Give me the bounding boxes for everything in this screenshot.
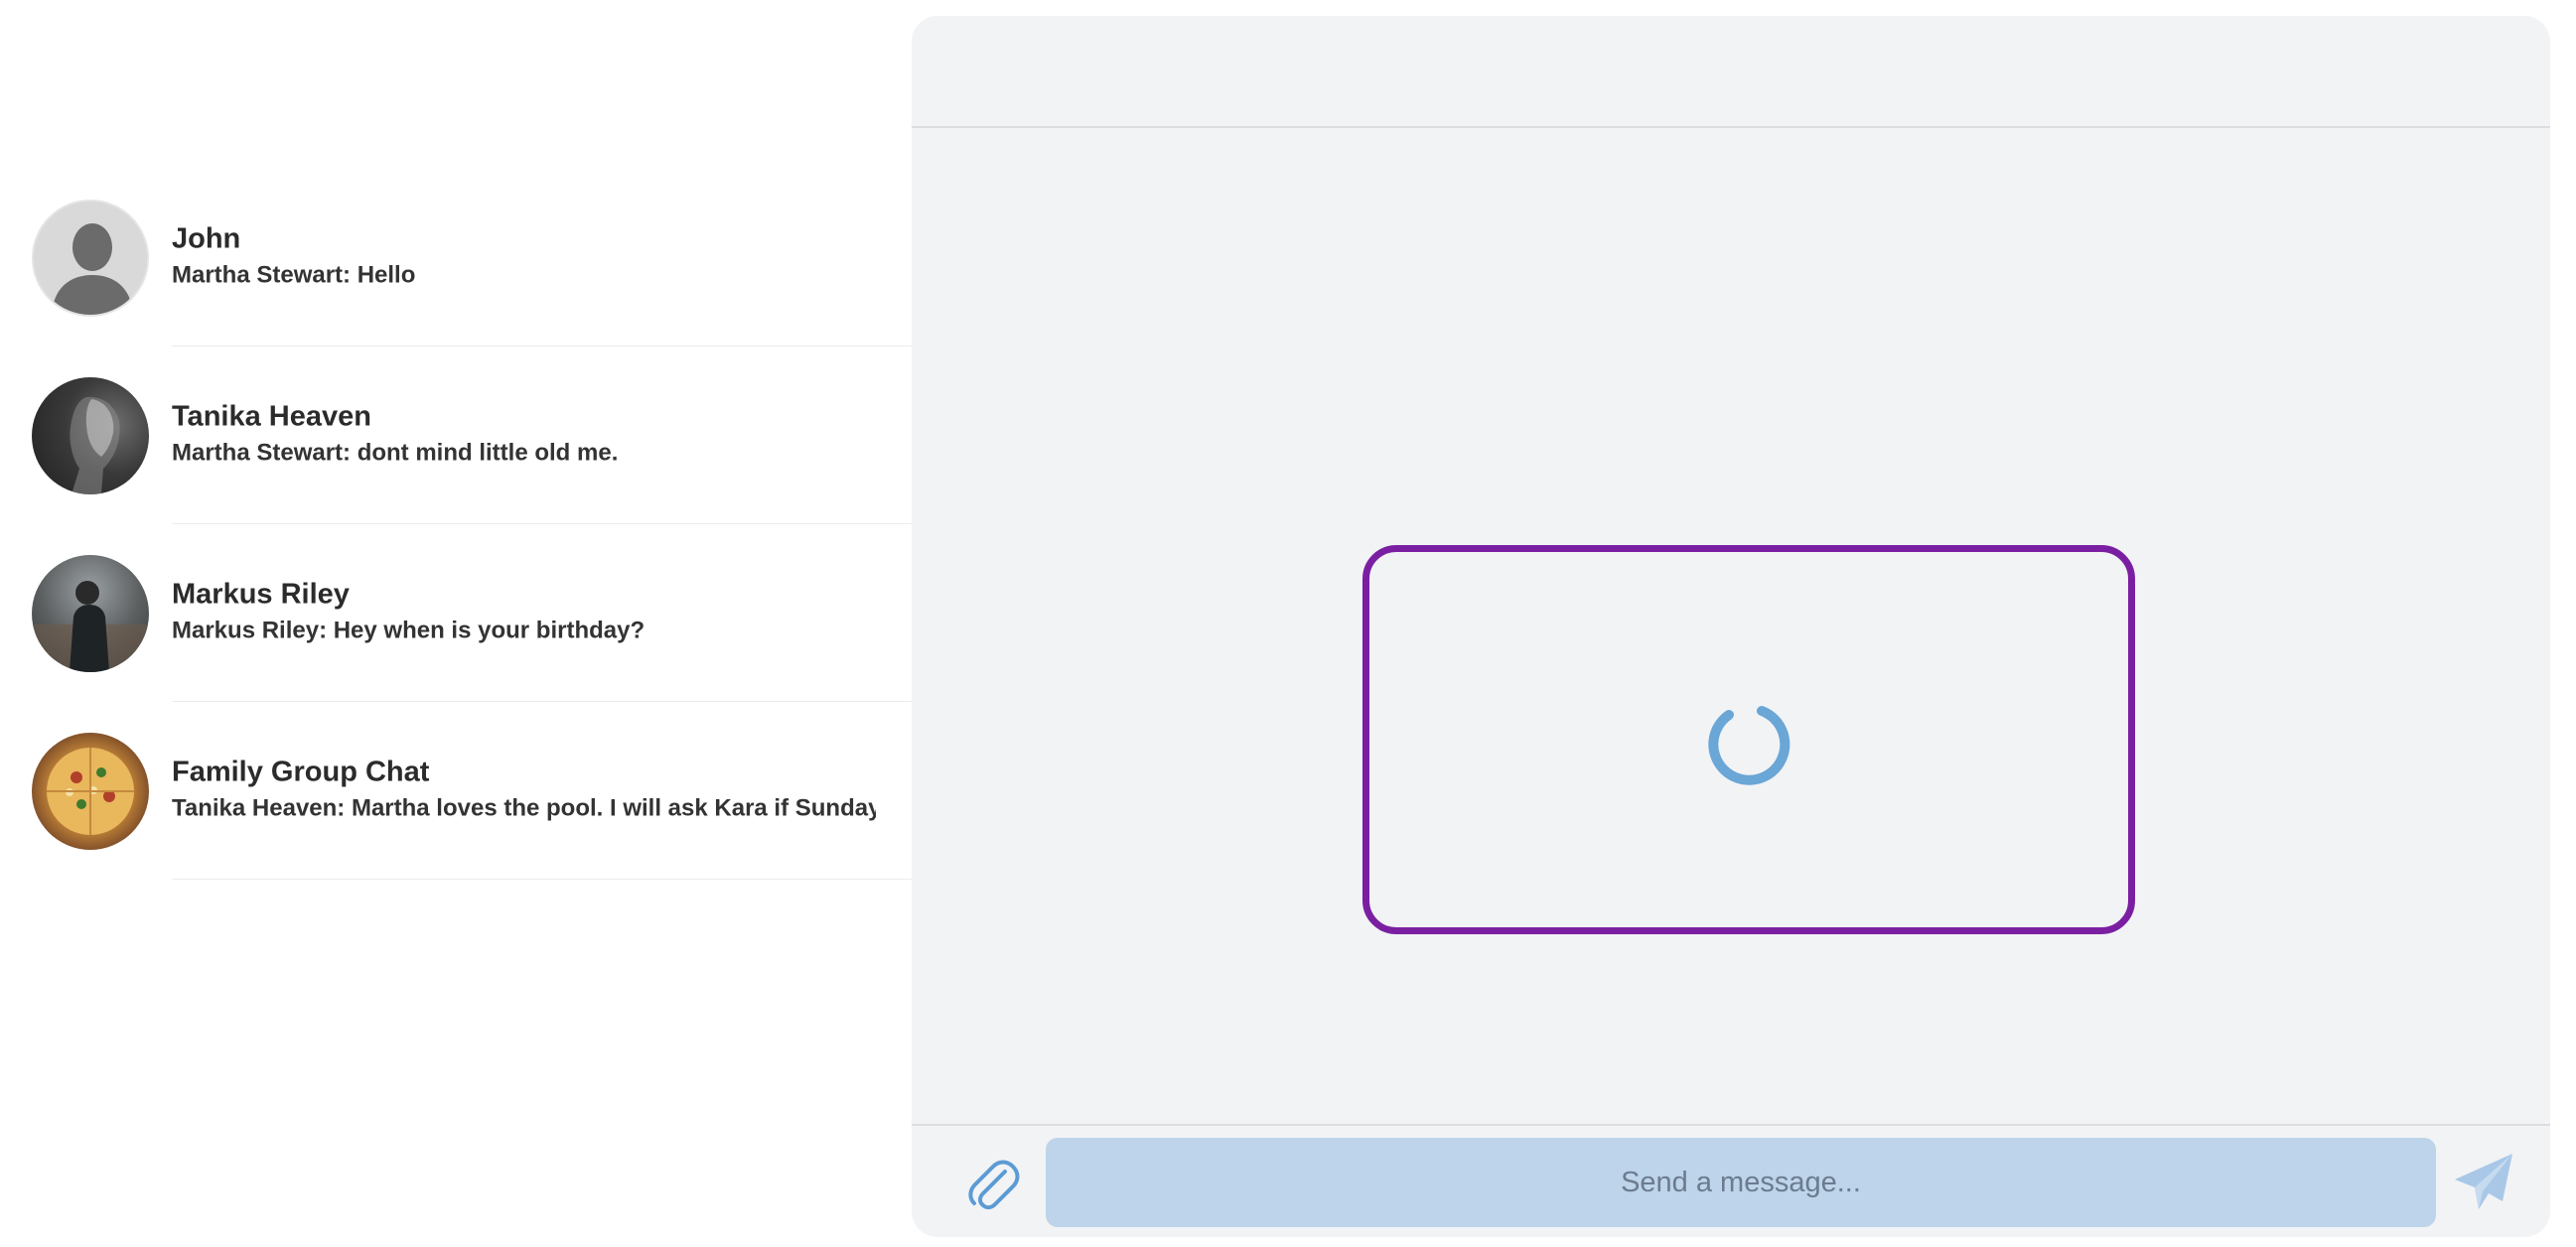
conversation-preview: Tanika Heaven: Martha loves the pool. I … [172,794,876,822]
conversation-preview: Markus Riley: Hey when is your birthday? [172,617,645,644]
avatar [32,732,149,850]
conversation-preview: Martha Stewart: Hello [172,261,416,289]
message-input[interactable] [1046,1138,2436,1227]
conversation-item-markus-riley[interactable]: Markus Riley Markus Riley: Hey when is y… [0,524,912,702]
send-button[interactable] [2453,1150,2516,1213]
conversation-item-family-group-chat[interactable]: Family Group Chat Tanika Heaven: Martha … [0,702,912,880]
chat-header [912,16,2550,128]
conversation-item-john[interactable]: John Martha Stewart: Hello [0,169,912,346]
profile-photo [70,396,120,494]
message-area [912,130,2550,1124]
divider [172,879,912,880]
pizza-photo [47,747,134,835]
avatar [32,376,149,494]
attach-button[interactable] [965,1156,1021,1211]
conversation-name: Family Group Chat [172,756,430,788]
conversation-name: Markus Riley [172,578,350,611]
paperclip-icon [968,1160,1020,1210]
paper-plane-icon [2455,1154,2512,1209]
loading-spinner-icon [1708,706,1790,785]
avatar [32,554,149,672]
conversation-name: John [172,222,241,255]
loading-indicator [1362,545,2135,934]
conversation-list: John Martha Stewart: Hello Tanika Heaven… [0,169,912,880]
default-person-icon [52,222,133,315]
chat-panel [912,16,2550,1237]
conversation-name: Tanika Heaven [172,400,371,433]
profile-photo [32,580,149,672]
conversation-item-tanika-heaven[interactable]: Tanika Heaven Martha Stewart: dont mind … [0,346,912,524]
avatar [32,199,149,317]
conversation-preview: Martha Stewart: dont mind little old me. [172,439,619,467]
message-composer [912,1124,2550,1237]
